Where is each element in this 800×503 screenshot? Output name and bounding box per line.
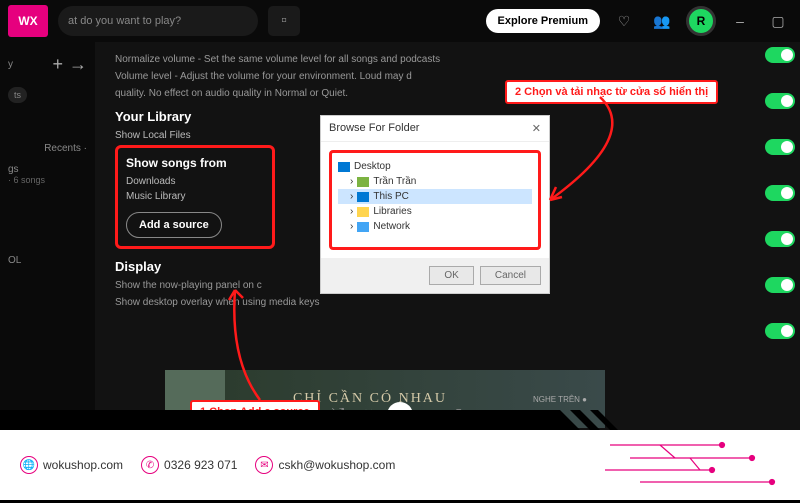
ol-label: OL bbox=[8, 255, 87, 266]
sidebar: y + → ts Recents · gs · 6 songs OL bbox=[0, 42, 95, 430]
toggle-3[interactable] bbox=[765, 139, 795, 155]
arrow-2 bbox=[540, 95, 660, 205]
tree-this-pc[interactable]: › This PC bbox=[338, 189, 532, 204]
phone-link[interactable]: ✆ 0326 923 071 bbox=[141, 456, 237, 474]
toggle-1[interactable] bbox=[765, 47, 795, 63]
add-icon[interactable]: + bbox=[52, 54, 63, 75]
filter-pill[interactable]: ts bbox=[8, 87, 27, 103]
tree-libraries[interactable]: › Libraries bbox=[338, 204, 532, 219]
browse-icon[interactable]: ▫ bbox=[268, 6, 300, 36]
toggle-5[interactable] bbox=[765, 231, 795, 247]
arrow-1 bbox=[220, 280, 280, 405]
toggle-2[interactable] bbox=[765, 93, 795, 109]
dialog-title: Browse For Folder bbox=[329, 122, 419, 135]
toggle-6[interactable] bbox=[765, 277, 795, 293]
email-link[interactable]: ✉ cskh@wokushop.com bbox=[255, 456, 395, 474]
recents-label[interactable]: Recents · bbox=[8, 143, 87, 154]
cancel-button[interactable]: Cancel bbox=[480, 266, 541, 285]
add-a-source-button[interactable]: Add a source bbox=[126, 212, 222, 238]
tree-network[interactable]: › Network bbox=[338, 219, 532, 234]
footer: 🌐 wokushop.com ✆ 0326 923 071 ✉ cskh@wok… bbox=[0, 430, 800, 500]
playlist-item[interactable]: gs · 6 songs bbox=[8, 164, 87, 185]
show-songs-from-title: Show songs from bbox=[126, 156, 264, 170]
tree-user[interactable]: › Trần Trần bbox=[338, 174, 532, 189]
search-input[interactable]: at do you want to play? bbox=[58, 6, 258, 36]
toggle-4[interactable] bbox=[765, 185, 795, 201]
phone-icon: ✆ bbox=[141, 456, 159, 474]
toggle-7[interactable] bbox=[765, 323, 795, 339]
bell-icon[interactable]: ♡ bbox=[610, 7, 638, 35]
avatar[interactable]: R bbox=[686, 6, 716, 36]
minimize-icon[interactable]: – bbox=[726, 7, 754, 35]
explore-premium-button[interactable]: Explore Premium bbox=[486, 9, 600, 33]
circuit-decor bbox=[600, 430, 800, 500]
globe-icon: 🌐 bbox=[20, 456, 38, 474]
library-label: y bbox=[8, 59, 13, 70]
mail-icon: ✉ bbox=[255, 456, 273, 474]
folder-tree[interactable]: Desktop › Trần Trần › This PC › Librarie… bbox=[329, 150, 541, 250]
ok-button[interactable]: OK bbox=[429, 266, 473, 285]
display-desc2: Show desktop overlay when using media ke… bbox=[115, 297, 780, 308]
site-logo: WX bbox=[8, 5, 48, 37]
website-link[interactable]: 🌐 wokushop.com bbox=[20, 456, 123, 474]
expand-icon[interactable]: → bbox=[69, 54, 87, 75]
browse-folder-dialog: Browse For Folder ✕ Desktop › Trần Trần … bbox=[320, 115, 550, 294]
friends-icon[interactable]: 👥 bbox=[648, 7, 676, 35]
show-songs-from-box: Show songs from Downloads Music Library … bbox=[115, 145, 275, 249]
downloads-source[interactable]: Downloads bbox=[126, 176, 264, 187]
maximize-icon[interactable]: ▢ bbox=[764, 7, 792, 35]
normalize-desc: Normalize volume - Set the same volume l… bbox=[115, 54, 780, 65]
tree-desktop[interactable]: Desktop bbox=[338, 159, 532, 174]
music-library-source[interactable]: Music Library bbox=[126, 191, 264, 202]
